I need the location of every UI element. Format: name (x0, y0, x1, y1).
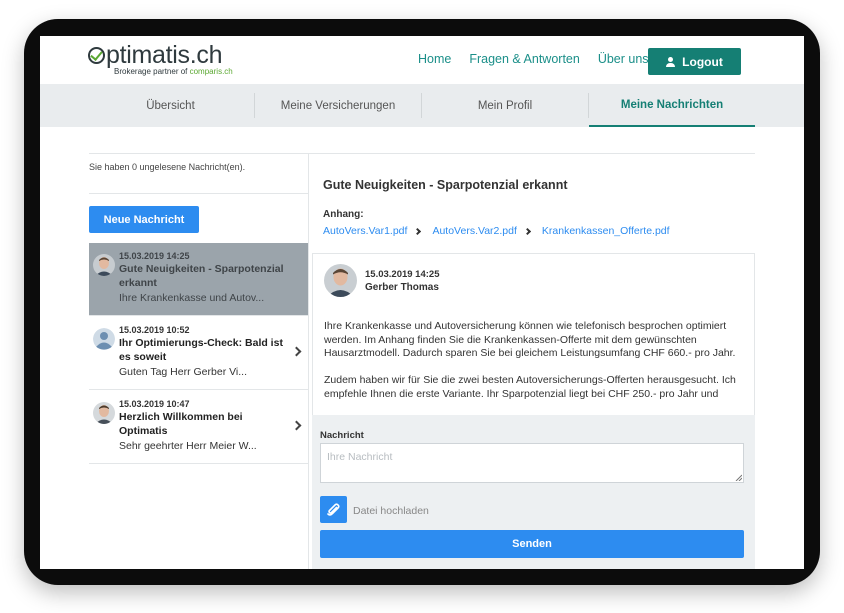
logo-check-icon (88, 47, 105, 64)
message-paragraph: Zudem haben wir für Sie die zwei besten … (324, 374, 736, 400)
message-date: 15.03.2019 10:52 (119, 325, 190, 335)
message-list-item[interactable]: 15.03.2019 10:52 Ihr Optimierungs-Check:… (89, 317, 309, 390)
sender-avatar (93, 254, 115, 276)
message-list-item[interactable]: 15.03.2019 14:25 Gute Neuigkeiten - Spar… (89, 243, 309, 316)
chevron-right-icon (414, 227, 422, 235)
paperclip-icon (327, 502, 340, 516)
tab-meine-nachrichten[interactable]: Meine Nachrichten (589, 84, 755, 127)
main-tabs: Übersicht Meine Versicherungen Mein Prof… (40, 84, 804, 127)
message-date: 15.03.2019 14:25 (119, 251, 190, 261)
tab-uebersicht[interactable]: Übersicht (87, 84, 254, 127)
sender-avatar (93, 402, 115, 424)
detail-sender: Gerber Thomas (365, 282, 439, 293)
column-divider (308, 153, 309, 569)
message-subject: Gute Neuigkeiten - Sparpotenzial erkannt (119, 263, 284, 289)
nav-about[interactable]: Über uns (598, 52, 649, 66)
resize-handle-icon[interactable] (735, 474, 742, 481)
logo-sub-text: Brokerage partner of (114, 67, 188, 76)
message-field-label: Nachricht (320, 430, 364, 441)
sender-avatar (324, 264, 357, 297)
message-detail-title: Gute Neuigkeiten - Sparpotenzial erkannt (323, 178, 568, 192)
upload-label[interactable]: Datei hochladen (353, 505, 429, 517)
message-list-item[interactable]: 15.03.2019 10:47 Herzlich Willkommen bei… (89, 391, 309, 464)
message-paragraph: Ihre Krankenkasse und Autoversicherung k… (324, 320, 736, 360)
tab-meine-versicherungen[interactable]: Meine Versicherungen (255, 84, 421, 127)
inbox-divider (89, 193, 309, 194)
logout-label: Logout (682, 54, 723, 69)
attachments-label: Anhang: (323, 209, 364, 220)
message-body-panel[interactable]: 15.03.2019 14:25 Gerber Thomas Ihre Kran… (312, 253, 755, 415)
message-preview: Guten Tag Herr Gerber Vi... (119, 366, 248, 378)
message-date: 15.03.2019 10:47 (119, 399, 190, 409)
attachment-link[interactable]: AutoVers.Var2.pdf (432, 225, 516, 237)
content-top-divider (89, 153, 755, 154)
message-input[interactable] (320, 443, 744, 483)
send-button[interactable]: Senden (320, 530, 744, 558)
chevron-right-icon (291, 346, 302, 357)
attachment-link[interactable]: Krankenkassen_Offerte.pdf (542, 225, 670, 237)
logo-partner: comparis.ch (189, 67, 233, 76)
user-icon (666, 56, 676, 67)
upload-button[interactable] (320, 496, 347, 523)
nav-home[interactable]: Home (418, 52, 451, 66)
app-screen: ptimatis.ch Brokerage partner of compari… (40, 36, 804, 569)
tab-mein-profil[interactable]: Mein Profil (422, 84, 588, 127)
default-avatar-icon (93, 328, 115, 350)
attachments-list: AutoVers.Var1.pdf AutoVers.Var2.pdf Kran… (323, 225, 670, 237)
unread-count-text: Sie haben 0 ungelesene Nachricht(en). (89, 162, 246, 172)
message-subject: Herzlich Willkommen bei Optimatis (119, 411, 243, 437)
new-message-button[interactable]: Neue Nachricht (89, 206, 199, 233)
message-preview: Ihre Krankenkasse und Autov... (119, 292, 265, 304)
top-navigation: Home Fragen & Antworten Über uns (418, 52, 649, 66)
reply-form: Nachricht Datei hochladen Senden (312, 415, 755, 569)
logout-button[interactable]: Logout (648, 48, 741, 75)
chevron-right-icon (523, 227, 531, 235)
nav-faq[interactable]: Fragen & Antworten (469, 52, 579, 66)
logo-text: ptimatis.ch (106, 41, 223, 69)
detail-date: 15.03.2019 14:25 (365, 269, 440, 280)
optimatis-logo[interactable]: ptimatis.ch Brokerage partner of compari… (88, 41, 233, 76)
chevron-right-icon (291, 420, 302, 431)
message-preview: Sehr geehrter Herr Meier W... (119, 440, 257, 452)
message-subject: Ihr Optimierungs-Check: Bald ist es sowe… (119, 337, 283, 363)
message-body-text: Ihre Krankenkasse und Autoversicherung k… (324, 320, 754, 415)
attachment-link[interactable]: AutoVers.Var1.pdf (323, 225, 407, 237)
